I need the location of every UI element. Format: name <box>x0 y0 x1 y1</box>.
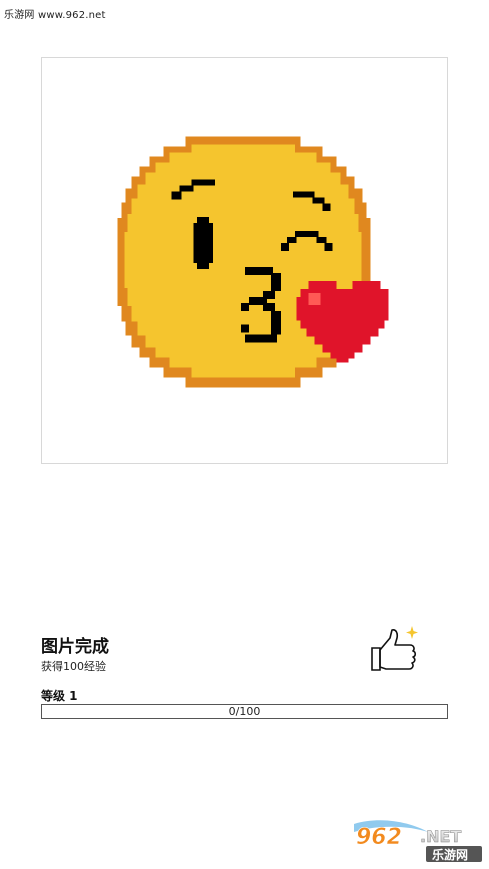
like-button[interactable] <box>366 624 422 674</box>
completion-subtitle: 获得100经验 <box>41 660 106 673</box>
logo-number: 962 <box>356 825 402 850</box>
left-eye <box>193 217 214 269</box>
completion-title: 图片完成 <box>41 637 109 657</box>
logo-chinese: 乐游网 <box>432 847 468 862</box>
logo-suffix: .NET <box>420 827 461 846</box>
progress-text: 0/100 <box>228 705 261 718</box>
kissing-face-pixel-art <box>117 136 389 388</box>
experience-progress-bar: 0/100 <box>41 704 448 719</box>
sparkle-icon <box>406 626 418 639</box>
artwork-canvas[interactable] <box>41 57 448 464</box>
site-logo: 962 .NET 乐游网 <box>350 818 484 864</box>
watermark-text: 乐游网 www.962.net <box>4 10 106 21</box>
thumbs-up-icon <box>371 626 418 671</box>
heart-highlight <box>308 292 321 305</box>
level-label: 等级 1 <box>41 689 78 703</box>
